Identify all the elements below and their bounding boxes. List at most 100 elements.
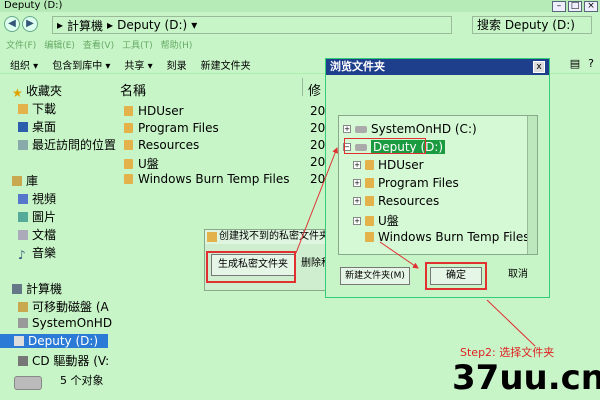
folder-icon [124,174,133,184]
folder-icon [365,160,374,170]
view-icon[interactable]: ▤ [570,57,580,70]
folder-icon [365,215,374,226]
desktop-icon [18,121,28,132]
tree-node-u-disk[interactable]: + U盤 [353,212,399,229]
expand-icon[interactable]: + [353,216,361,225]
file-date: 20 [310,121,326,135]
close-button[interactable]: × [584,1,598,12]
tree-node-hduser[interactable]: + HDUser [353,158,424,172]
column-header-modified[interactable]: 修 [308,80,321,99]
tree-node-program-files[interactable]: + Program Files [353,176,459,190]
column-header-name[interactable]: 名稱 [120,80,146,99]
tree-node-systemonhd[interactable]: + SystemOnHD (C:) [343,122,477,136]
library-icon [12,175,22,186]
column-divider[interactable] [302,78,303,96]
search-input[interactable]: 搜索 Deputy (D:) [472,16,592,34]
new-folder-dialog-button[interactable]: 新建文件夹(M) [340,267,410,285]
list-item[interactable]: U盤 [124,155,159,172]
close-icon[interactable]: x [533,61,545,73]
expand-icon[interactable]: + [353,161,361,169]
download-icon [18,103,28,114]
drive-icon [14,336,24,346]
folder-icon [365,232,374,242]
back-icon[interactable]: ◀ [4,16,20,32]
removable-disk-icon [18,301,28,312]
document-icon [18,229,28,240]
tree-scrollbar[interactable] [527,116,537,254]
list-item[interactable]: Program Files [124,121,219,135]
folder-icon [124,106,133,116]
explorer-window: Deputy (D:) – □ × ◀ ▶ ▸ 計算機 ▸ Deputy (D:… [0,0,600,400]
menu-file[interactable]: 文件(F) [6,38,36,52]
maximize-button[interactable]: □ [568,1,582,12]
folder-icon [365,196,374,206]
sidebar-item-desktop[interactable]: 桌面 [18,118,56,135]
favorites-header[interactable]: ★ 收藏夾 [12,82,62,100]
file-date: 20 [310,138,326,152]
sidebar-item-cd[interactable]: CD 驅動器 (V: [18,352,109,369]
private-folder-dialog-title: 创建找不到的私密文件夹 [205,230,335,244]
address-bar[interactable]: ▸ 計算機 ▸ Deputy (D:) ▾ [52,16,452,34]
generate-private-folder-button[interactable]: 生成私密文件夹 [211,254,295,276]
list-item[interactable]: HDUser [124,104,184,118]
burn-button[interactable]: 刻录 [167,57,187,72]
file-date: 20 [310,104,326,118]
sidebar-item-music[interactable]: ♪ 音樂 [18,244,56,262]
library-header[interactable]: 庫 [12,172,38,189]
computer-icon: ▸ [57,18,64,32]
minimize-button[interactable]: – [552,1,566,12]
app-icon [207,232,217,242]
picture-icon [18,211,28,222]
expand-icon[interactable]: + [343,125,351,133]
folder-icon [365,178,374,188]
music-icon: ♪ [18,247,26,262]
organize-button[interactable]: 组织 ▾ [10,57,38,72]
address-bar-row: ◀ ▶ ▸ 計算機 ▸ Deputy (D:) ▾ 搜索 Deputy (D:) [0,13,600,37]
file-date: 20 [310,172,326,186]
sidebar-item-removable[interactable]: 可移動磁盤 (A [18,298,109,315]
expand-icon[interactable]: + [353,179,361,187]
ok-button[interactable]: 确定 [430,267,482,285]
sidebar-item-videos[interactable]: 視頻 [18,190,56,207]
drive-icon [355,125,367,133]
tree-node-resources[interactable]: + Resources [353,194,439,208]
new-folder-button[interactable]: 新建文件夹 [201,57,251,72]
computer-icon [12,283,22,294]
share-button[interactable]: 共享 ▾ [124,57,152,72]
menu-tools[interactable]: 工具(T) [122,38,153,52]
cd-drive-icon [18,355,28,366]
chevron-down-icon[interactable]: ▾ [191,18,197,32]
sidebar-item-pictures[interactable]: 圖片 [18,208,56,225]
drive-icon [14,376,42,390]
watermark: 37uu.cn [452,358,600,398]
forward-icon[interactable]: ▶ [22,16,38,32]
breadcrumb-computer[interactable]: 計算機 [67,17,103,34]
list-item[interactable]: Windows Burn Temp Files [124,172,290,186]
sidebar-item-downloads[interactable]: 下載 [18,100,56,117]
menu-edit[interactable]: 编辑(E) [44,38,75,52]
menu-help[interactable]: 帮助(H) [161,38,193,52]
sidebar-item-systemonhd[interactable]: SystemOnHD [18,316,112,330]
drive-icon [18,318,28,328]
cancel-button[interactable]: 取消 [492,267,544,285]
breadcrumb-drive[interactable]: Deputy (D:) [117,18,187,32]
star-icon: ★ [12,85,23,100]
menu-view[interactable]: 查看(V) [83,38,114,52]
highlight-outline [344,138,426,154]
sidebar-item-deputy[interactable]: Deputy (D:) [0,334,108,348]
browse-folder-dialog: 浏览文件夹 x + SystemOnHD (C:) − Deputy (D:) + H… [325,58,550,298]
sidebar-item-documents[interactable]: 文檔 [18,226,56,243]
folder-icon [124,123,133,133]
computer-header[interactable]: 計算機 [12,280,62,297]
arrow-line [486,299,536,347]
file-list: 名稱 修 HDUser 20 Program Files 20 Resource… [112,76,332,216]
sidebar-item-recent[interactable]: 最近訪問的位置 [18,136,116,153]
include-library-button[interactable]: 包含到库中 ▾ [52,57,110,72]
view-controls: ▤ ? [570,57,594,70]
help-icon[interactable]: ? [588,57,594,70]
expand-icon[interactable]: + [353,197,361,205]
window-title: Deputy (D:) [4,0,63,11]
list-item[interactable]: Resources [124,138,199,152]
tree-node-burn-temp[interactable]: Windows Burn Temp Files [365,230,530,244]
recent-icon [18,139,28,150]
